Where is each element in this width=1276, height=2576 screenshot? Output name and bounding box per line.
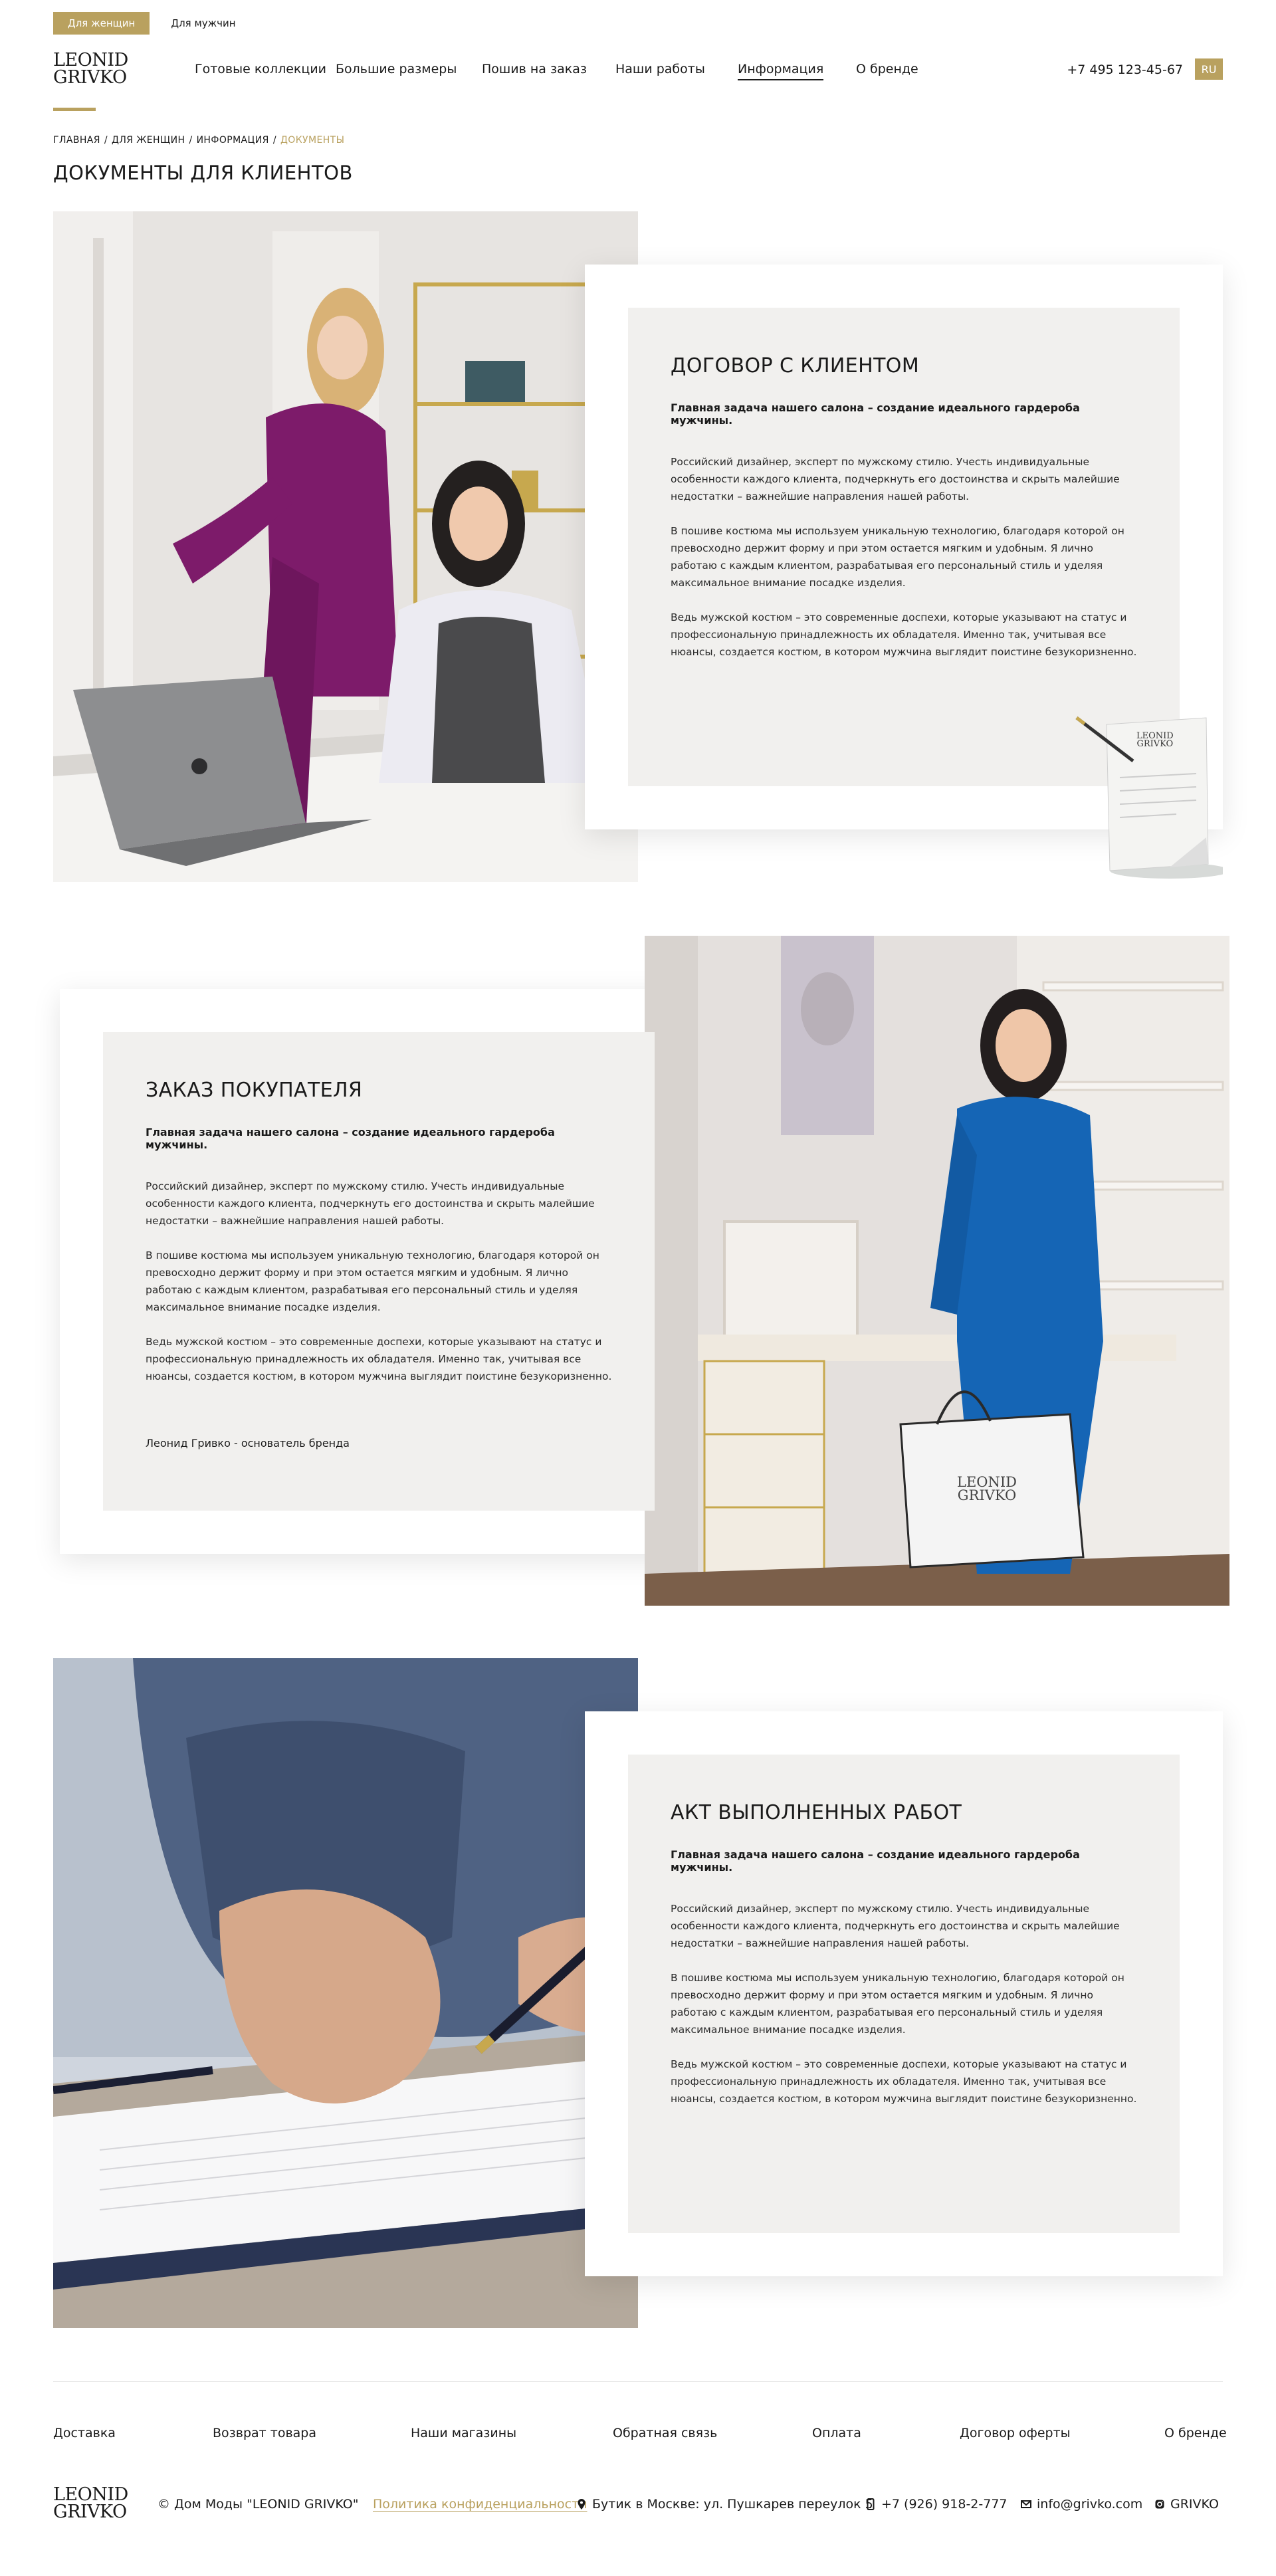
brand-logo[interactable]: LEONID GRIVKO [53, 50, 128, 88]
footer-copyright: © Дом Моды "LEONID GRIVKO" [158, 2497, 359, 2512]
footer-link-payment[interactable]: Оплата [812, 2426, 861, 2440]
document-logo: LEONID GRIVKO [1136, 732, 1174, 748]
footer-address-text: Бутик в Москве: ул. Пушкарев переулок 5 [592, 2497, 873, 2512]
signing-document-illustration [53, 1658, 638, 2328]
section-lead: Главная задача нашего салона – создание … [146, 1126, 555, 1151]
section-signature: Леонид Гривко - основатель бренда [146, 1437, 350, 1449]
footer-email[interactable]: info@grivko.com [1021, 2496, 1142, 2512]
bag-logo-line-2: GRIVKO [957, 1487, 1017, 1503]
section-lead: Главная задача нашего салона – создание … [671, 1848, 1080, 1874]
bag-logo: LEONID GRIVKO [957, 1474, 1017, 1503]
section-title: ЗАКАЗ ПОКУПАТЕЛЯ [146, 1079, 363, 1102]
page-title: ДОКУМЕНТЫ ДЛЯ КЛИЕНТОВ [53, 161, 353, 184]
section-title: ДОГОВОР С КЛИЕНТОМ [671, 354, 920, 377]
document-with-pen-decoration: LEONID GRIVKO [1070, 704, 1229, 884]
section-paragraph: Российский дизайнер, эксперт по мужскому… [671, 456, 1120, 502]
footer-address[interactable]: Бутик в Москве: ул. Пушкарев переулок 5 [576, 2496, 873, 2512]
section-paragraph: Ведь мужской костюм – это современные до… [671, 2058, 1137, 2105]
language-switch[interactable]: RU [1195, 58, 1223, 80]
section-paragraph: В пошиве костюма мы используем уникальну… [671, 525, 1124, 589]
breadcrumb-separator: / [189, 135, 193, 146]
section-lead: Главная задача нашего салона – создание … [671, 401, 1080, 427]
breadcrumb: ГЛАВНАЯ / ДЛЯ ЖЕНЩИН / ИНФОРМАЦИЯ / ДОКУМЕНТЫ [53, 135, 344, 146]
footer-logo-line-1: LEONID [53, 2484, 128, 2505]
section-paragraph: Российский дизайнер, эксперт по мужскому… [146, 1180, 595, 1227]
privacy-policy-link[interactable]: Политика конфиденциальности [373, 2496, 587, 2512]
footer-divider [53, 2381, 1223, 2382]
gender-switch: Для женщин Для мужчин [53, 12, 251, 35]
footer-phone[interactable]: +7 (926) 918-2-777 [865, 2496, 1008, 2512]
footer-link-returns[interactable]: Возврат товара [213, 2426, 316, 2440]
footer-link-offer[interactable]: Договор оферты [960, 2426, 1071, 2440]
logo-line-1: LEONID [53, 50, 128, 70]
map-pin-icon [578, 2499, 585, 2510]
section-paragraph: Ведь мужской костюм – это современные до… [146, 1336, 612, 1382]
footer-instagram[interactable]: GRIVKO [1154, 2496, 1219, 2512]
logo-line-2: GRIVKO [53, 66, 127, 88]
section-paragraph: Ведь мужской костюм – это современные до… [671, 611, 1137, 658]
footer-nav: Доставка Возврат товара Наши магазины Об… [0, 2426, 1276, 2442]
nav-large-sizes[interactable]: Большие размеры [336, 62, 457, 76]
section-1-photo [53, 211, 638, 882]
breadcrumb-women[interactable]: ДЛЯ ЖЕНЩИН [112, 135, 185, 146]
section-paragraph: В пошиве костюма мы используем уникальну… [671, 1972, 1124, 2036]
breadcrumb-information[interactable]: ИНФОРМАЦИЯ [197, 135, 269, 146]
section-2-card-content: ЗАКАЗ ПОКУПАТЕЛЯ Главная задача нашего с… [103, 1032, 655, 1511]
section-paragraph: В пошиве костюма мы используем уникальну… [146, 1249, 599, 1313]
breadcrumb-separator: / [272, 135, 276, 146]
section-3-photo [53, 1658, 638, 2328]
breadcrumb-separator: / [104, 135, 108, 146]
office-consultation-illustration [53, 211, 638, 882]
header-phone[interactable]: +7 495 123-45-67 [1067, 62, 1183, 77]
footer-link-feedback[interactable]: Обратная связь [613, 2426, 717, 2440]
footer-logo[interactable]: LEONID GRIVKO [53, 2486, 128, 2520]
mobile-phone-icon [867, 2498, 875, 2510]
footer-link-delivery[interactable]: Доставка [53, 2426, 116, 2440]
tab-women[interactable]: Для женщин [53, 12, 150, 35]
bag-logo-line-1: LEONID [957, 1474, 1017, 1490]
showroom-portrait-illustration [645, 936, 1229, 1606]
breadcrumb-home[interactable]: ГЛАВНАЯ [53, 135, 100, 146]
footer-phone-text: +7 (926) 918-2-777 [881, 2497, 1008, 2512]
nav-custom-tailoring[interactable]: Пошив на заказ [482, 62, 587, 76]
section-2-photo: LEONID GRIVKO [645, 936, 1229, 1606]
footer-instagram-text: GRIVKO [1170, 2497, 1219, 2512]
footer-email-text: info@grivko.com [1037, 2497, 1143, 2512]
nav-about-brand[interactable]: О бренде [856, 62, 918, 76]
footer-link-stores[interactable]: Наши магазины [411, 2426, 516, 2440]
breadcrumb-current: ДОКУМЕНТЫ [280, 135, 345, 146]
nav-ready-collections[interactable]: Готовые коллекции [195, 62, 326, 76]
instagram-icon [1155, 2500, 1164, 2509]
document-logo-line-2: GRIVKO [1136, 739, 1174, 749]
footer-logo-line-2: GRIVKO [53, 2501, 127, 2522]
footer-link-about[interactable]: О бренде [1164, 2426, 1227, 2440]
nav-our-works[interactable]: Наши работы [615, 62, 705, 76]
section-3-card-content: АКТ ВЫПОЛНЕННЫХ РАБОТ Главная задача наш… [628, 1755, 1180, 2233]
envelope-icon [1021, 2500, 1031, 2508]
section-paragraph: Российский дизайнер, эксперт по мужскому… [671, 1903, 1120, 1949]
section-title: АКТ ВЫПОЛНЕННЫХ РАБОТ [671, 1801, 962, 1824]
tab-men[interactable]: Для мужчин [156, 12, 251, 35]
nav-information[interactable]: Информация [738, 62, 824, 80]
logo-accent-bar [53, 108, 96, 111]
